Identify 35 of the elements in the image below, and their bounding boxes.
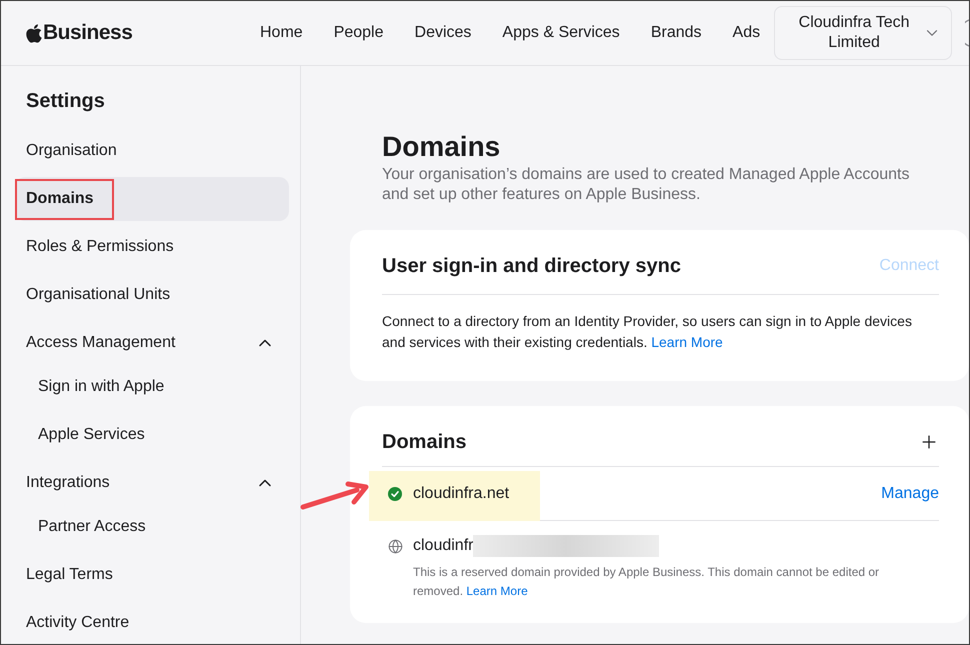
sidebar-item[interactable]: Roles & Permissions bbox=[15, 225, 289, 269]
sidebar-item[interactable]: Partner Access bbox=[15, 505, 289, 549]
sidebar-item[interactable]: Apple Services bbox=[15, 413, 289, 457]
nav-link[interactable]: Brands bbox=[650, 23, 702, 43]
sidebar-item[interactable]: Legal Terms bbox=[15, 553, 289, 597]
sidebar-item[interactable]: Organisation bbox=[15, 129, 289, 173]
sidebar-item[interactable]: Sign in with Apple bbox=[15, 365, 289, 409]
card-title: User sign-in and directory sync bbox=[382, 254, 681, 278]
page-subtitle: Your organisation’s domains are used to created Managed Apple Accounts and set up other features on Apple Business. bbox=[381, 165, 910, 205]
nav-link[interactable]: Apps & Services bbox=[502, 23, 620, 43]
sidebar-item[interactable]: Activity Centre bbox=[15, 601, 289, 644]
domain-name: cloudinfr bbox=[413, 536, 474, 556]
learn-more-link[interactable]: Learn More bbox=[466, 584, 528, 598]
nav-link[interactable]: People bbox=[334, 23, 384, 43]
organisation-dropdown[interactable]: Cloudinfra Tech Limited bbox=[774, 6, 952, 60]
nav-link[interactable]: Ads bbox=[732, 23, 760, 43]
apple-logo-icon bbox=[25, 22, 43, 44]
pointer-arrow bbox=[299, 480, 369, 512]
domain-note: This is a reserved domain provided by Apple Business. This domain cannot be edited or removed. Learn More bbox=[412, 564, 880, 600]
globe-icon bbox=[388, 538, 403, 554]
sidebar-title: Settings bbox=[25, 89, 106, 113]
learn-more-link[interactable]: Learn More bbox=[651, 334, 723, 350]
sidebar-item[interactable]: Domains bbox=[15, 177, 289, 221]
manage-link[interactable]: Manage bbox=[881, 484, 939, 504]
nav-link[interactable]: Home bbox=[260, 23, 303, 43]
business-logo-text: Business bbox=[43, 20, 132, 46]
sidebar-item[interactable]: Organisational Units bbox=[15, 273, 289, 317]
domain-name: cloudinfra.net bbox=[413, 484, 510, 504]
nav-link[interactable]: Devices bbox=[414, 23, 472, 43]
card-title: Domains bbox=[382, 430, 466, 454]
sidebar-item[interactable]: Access Management bbox=[15, 321, 289, 365]
directory-sync-description: Connect to a directory from an Identity Provider, so users can sign in to Apple devices and services with their existing credentials. Learn More bbox=[382, 312, 913, 352]
sidebar-item[interactable]: Integrations bbox=[15, 461, 289, 505]
page-title: Domains bbox=[381, 130, 502, 164]
check-circle-icon bbox=[388, 486, 402, 500]
